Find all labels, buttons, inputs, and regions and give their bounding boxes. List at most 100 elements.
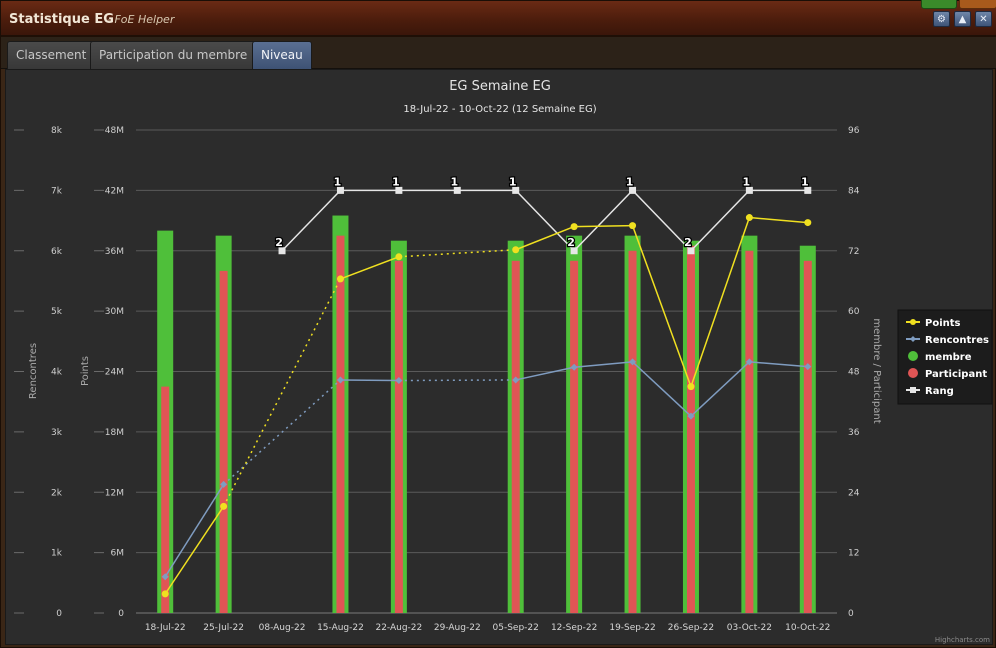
tick-label-points: 18M xyxy=(105,428,124,438)
points-point xyxy=(629,222,637,230)
rencontres-line-segment xyxy=(632,361,692,417)
rang-data-label: 1 xyxy=(801,175,809,188)
legend-label: Rencontres xyxy=(925,335,989,346)
rang-data-label: 1 xyxy=(334,175,342,188)
close-icon: ✕ xyxy=(979,13,988,25)
points-line-segment xyxy=(574,224,633,228)
rencontres-line-segment xyxy=(749,361,808,368)
bar-participant xyxy=(394,260,403,613)
x-tick-label: 12-Sep-22 xyxy=(551,623,597,633)
tick-label-rencontres: 3k xyxy=(51,428,63,438)
bar-participant xyxy=(745,250,754,613)
stats-window: Statistique EG - FoE Helper ⚙ ▲ ✕ Classe… xyxy=(0,0,996,648)
legend-marker xyxy=(910,319,916,325)
points-point xyxy=(804,219,812,227)
rang-data-label: 1 xyxy=(392,175,400,188)
legend-label: Rang xyxy=(925,386,954,397)
chart-panel: EG Semaine EG 18-Jul-22 - 10-Oct-22 (12 S… xyxy=(5,69,993,645)
tick-label-membre: 96 xyxy=(848,126,860,136)
rencontres-line-segment xyxy=(515,366,575,381)
points-line-segment xyxy=(690,217,751,387)
tick-label-rencontres: 2k xyxy=(51,488,63,498)
close-button[interactable]: ✕ xyxy=(975,11,992,27)
tab-niveau[interactable]: Niveau xyxy=(252,41,312,69)
bar-participant xyxy=(686,245,695,613)
rencontres-line-segment xyxy=(574,361,633,369)
title-bar[interactable]: Statistique EG - FoE Helper ⚙ ▲ ✕ xyxy=(1,0,996,37)
minimize-button[interactable]: ▲ xyxy=(954,11,971,27)
tick-label-rencontres: 6k xyxy=(51,247,63,257)
rang-data-label: 1 xyxy=(450,175,458,188)
x-tick-label: 26-Sep-22 xyxy=(668,623,714,633)
rang-data-label: 1 xyxy=(509,175,517,188)
tick-label-membre: 0 xyxy=(848,609,854,619)
tick-label-rencontres: 1k xyxy=(51,549,63,559)
x-tick-label: 08-Aug-22 xyxy=(259,623,306,633)
points-point xyxy=(336,275,344,283)
points-point xyxy=(570,223,578,231)
tick-label-rencontres: 8k xyxy=(51,126,63,136)
x-tick-label: 05-Sep-22 xyxy=(493,623,539,633)
tab-classement[interactable]: Classement xyxy=(7,41,96,69)
rang-line-segment xyxy=(632,189,692,252)
x-tick-label: 25-Jul-22 xyxy=(203,623,244,633)
legend-symbol xyxy=(908,368,918,378)
tick-label-points: 30M xyxy=(105,307,124,317)
points-point xyxy=(220,502,228,510)
tick-label-points: 42M xyxy=(105,186,124,196)
points-line-segment xyxy=(749,216,808,224)
legend-label: Participant xyxy=(925,369,987,380)
tick-label-membre: 12 xyxy=(848,549,859,559)
rencontres-line-segment xyxy=(164,484,225,578)
tick-label-membre: 36 xyxy=(848,428,860,438)
points-point xyxy=(395,253,403,261)
settings-button[interactable]: ⚙ xyxy=(933,11,950,27)
points-point xyxy=(745,214,753,222)
bar-participant xyxy=(336,235,345,613)
rang-data-label: 1 xyxy=(743,175,751,188)
rang-line-segment xyxy=(281,189,341,252)
axis-title-membre: membre / Participant xyxy=(871,318,882,423)
x-tick-label: 15-Aug-22 xyxy=(317,623,364,633)
rencontres-line-segment xyxy=(690,361,750,417)
tick-label-points: 12M xyxy=(105,488,124,498)
points-line-segment xyxy=(222,278,342,507)
points-line-segment xyxy=(631,225,692,387)
rang-line-segment xyxy=(573,189,634,252)
tick-label-rencontres: 7k xyxy=(51,186,63,196)
points-point xyxy=(161,590,169,598)
tab-participation-membre[interactable]: Participation du membre xyxy=(90,41,257,69)
points-point xyxy=(687,383,695,391)
decor-tab-green xyxy=(921,0,957,9)
x-tick-label: 22-Aug-22 xyxy=(375,623,422,633)
legend-marker xyxy=(910,387,916,393)
tick-label-membre: 60 xyxy=(848,307,860,317)
tick-label-points: 48M xyxy=(105,126,124,136)
tick-label-rencontres: 4k xyxy=(51,368,63,378)
tab-bar: Classement Participation du membre Nivea… xyxy=(1,37,996,69)
rang-data-label: 1 xyxy=(626,175,634,188)
gear-icon: ⚙ xyxy=(937,13,946,25)
tick-label-membre: 84 xyxy=(848,186,860,196)
legend-label: membre xyxy=(925,352,972,363)
x-tick-label: 29-Aug-22 xyxy=(434,623,481,633)
tick-label-points: 24M xyxy=(105,368,124,378)
bar-participant xyxy=(570,260,579,613)
legend-symbol xyxy=(908,351,918,361)
rang-data-label: 2 xyxy=(275,236,283,249)
rencontres-line-segment xyxy=(340,379,399,382)
chart-subtitle: 18-Jul-22 - 10-Oct-22 (12 Semaine EG) xyxy=(403,104,596,115)
tick-label-rencontres: 0 xyxy=(56,609,62,619)
rencontres-line-segment xyxy=(398,379,516,382)
points-line-segment xyxy=(340,256,400,280)
points-point xyxy=(512,246,520,254)
window-subtitle: - FoE Helper xyxy=(107,13,175,26)
x-tick-label: 18-Jul-22 xyxy=(145,623,186,633)
points-line-segment xyxy=(515,225,575,251)
tick-label-points: 0 xyxy=(118,609,124,619)
tick-label-membre: 24 xyxy=(848,488,860,498)
tick-label-rencontres: 5k xyxy=(51,307,63,317)
chart: EG Semaine EG 18-Jul-22 - 10-Oct-22 (12 S… xyxy=(14,79,993,644)
rang-line-segment xyxy=(515,189,575,252)
axis-title-rencontres: Rencontres xyxy=(28,343,39,399)
